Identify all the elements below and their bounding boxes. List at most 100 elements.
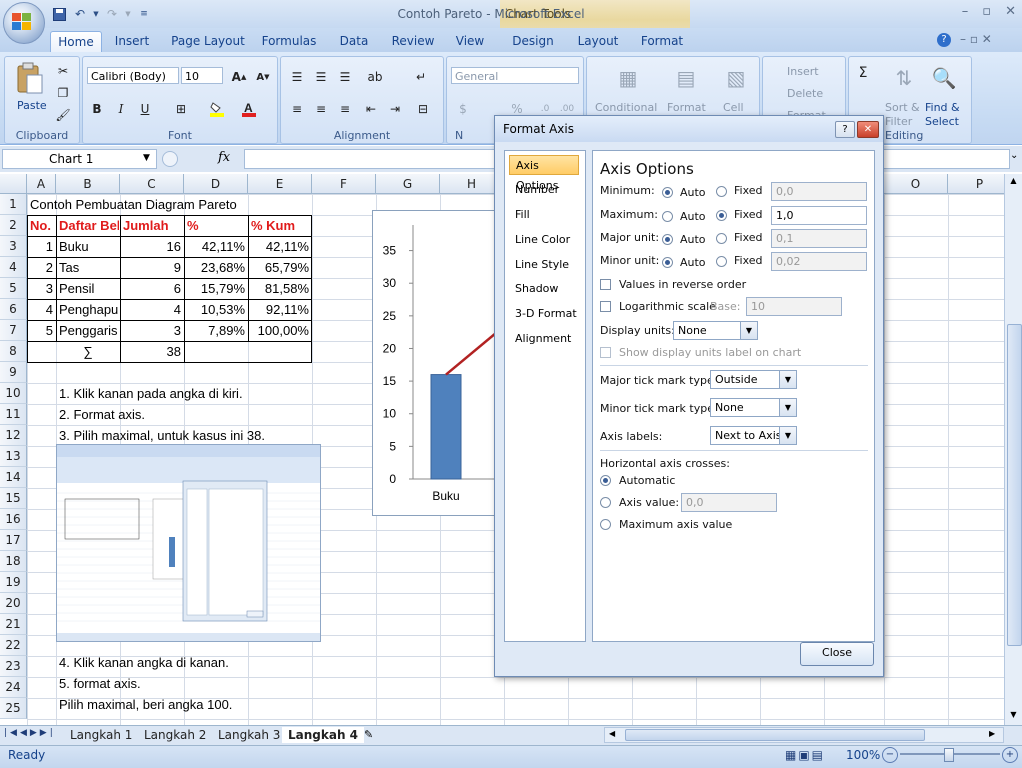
vertical-scrollbar[interactable]: ▲ ▼ — [1004, 174, 1022, 725]
grow-font-icon[interactable]: A ▲ — [229, 67, 249, 87]
row-header[interactable]: 14 — [0, 467, 27, 488]
category-line-style[interactable]: Line Style — [509, 255, 579, 275]
find-label[interactable]: Find & — [925, 101, 960, 114]
increase-indent-icon[interactable]: ⇥ — [385, 99, 405, 119]
minor-unit-auto-radio[interactable] — [662, 257, 673, 268]
column-header[interactable]: G — [376, 174, 440, 194]
tab-formulas[interactable]: Formulas — [258, 31, 320, 51]
underline-button[interactable]: U — [135, 99, 155, 119]
row-header[interactable]: 25 — [0, 698, 27, 719]
align-center-icon[interactable]: ≡ — [311, 99, 331, 119]
close-button[interactable]: Close — [800, 642, 874, 666]
format-table-icon[interactable]: ▤ — [671, 63, 701, 93]
note-line[interactable]: 5. format axis. — [59, 673, 359, 694]
column-header[interactable]: P — [948, 174, 1004, 194]
format-painter-icon[interactable]: 🖌 — [53, 105, 73, 125]
number-format-select[interactable]: General — [451, 67, 579, 84]
redo-icon[interactable]: ↷ — [103, 5, 121, 23]
crosses-axis-value-radio[interactable] — [600, 497, 611, 508]
note-line[interactable]: 2. Format axis. — [59, 404, 359, 425]
row-header[interactable]: 16 — [0, 509, 27, 530]
decrease-indent-icon[interactable]: ⇤ — [361, 99, 381, 119]
category-fill[interactable]: Fill — [509, 205, 579, 225]
delete-cells-button[interactable]: Delete — [787, 87, 823, 100]
category-shadow[interactable]: Shadow — [509, 279, 579, 299]
category-axis-options[interactable]: Axis Options — [509, 155, 579, 192]
cell-styles-label[interactable]: Cell — [723, 101, 744, 114]
help-icon[interactable]: ? — [937, 33, 951, 47]
row-header[interactable]: 11 — [0, 404, 27, 425]
fill-color-icon[interactable] — [207, 99, 227, 119]
sheet-tab[interactable]: Langkah 2 — [138, 727, 212, 743]
undo-icon[interactable]: ↶ — [71, 5, 89, 23]
major-tick-select[interactable]: Outside ▼ — [710, 370, 797, 389]
tab-layout[interactable]: Layout — [572, 31, 624, 51]
note-line[interactable]: 4. Klik kanan angka di kanan. — [59, 652, 359, 673]
scroll-down-icon[interactable]: ▼ — [1006, 710, 1021, 724]
tab-view[interactable]: View — [450, 31, 490, 51]
zoom-in-icon[interactable]: + — [1002, 747, 1018, 763]
scroll-up-icon[interactable]: ▲ — [1006, 176, 1021, 190]
cell-styles-icon[interactable]: ▧ — [721, 63, 751, 93]
scroll-right-icon[interactable]: ▶ — [989, 729, 995, 738]
minor-unit-value-input[interactable]: 0,02 — [771, 252, 867, 271]
embedded-chart[interactable]: 0 5 10 15 20 25 30 35 Buku — [372, 210, 497, 516]
category-number[interactable]: Number — [509, 180, 579, 200]
bold-button[interactable]: B — [87, 99, 107, 119]
paste-icon[interactable] — [15, 61, 45, 97]
tab-insert[interactable]: Insert — [108, 31, 156, 51]
maximum-fixed-radio[interactable] — [716, 210, 727, 221]
category-3d-format[interactable]: 3-D Format — [509, 304, 579, 324]
axis-labels-select[interactable]: Next to Axis ▼ — [710, 426, 797, 445]
font-name-select[interactable]: Calibri (Body) — [87, 67, 179, 84]
row-header[interactable]: 17 — [0, 530, 27, 551]
minor-unit-fixed-radio[interactable] — [716, 256, 727, 267]
row-header[interactable]: 13 — [0, 446, 27, 467]
formula-bar-expand-icon[interactable]: ⌄ — [1010, 150, 1018, 161]
dialog-close-icon[interactable]: ✕ — [857, 121, 879, 138]
minimize-button[interactable]: – — [962, 4, 969, 19]
font-size-select[interactable]: 10 — [181, 67, 223, 84]
log-scale-checkbox[interactable] — [600, 301, 611, 312]
tab-page-layout[interactable]: Page Layout — [168, 31, 248, 51]
minimum-value-input[interactable]: 0,0 — [771, 182, 867, 201]
italic-button[interactable]: I — [111, 99, 131, 119]
category-line-color[interactable]: Line Color — [509, 230, 579, 250]
sheet-tab[interactable]: Langkah 1 — [64, 727, 138, 743]
maximum-value-input[interactable]: 1,0 — [771, 206, 867, 225]
row-header[interactable]: 21 — [0, 614, 27, 635]
orientation-icon[interactable]: ab — [365, 67, 385, 87]
horizontal-scrollbar[interactable]: ◀ ▶ — [604, 727, 1004, 743]
category-alignment[interactable]: Alignment — [509, 329, 579, 349]
column-header[interactable]: F — [312, 174, 376, 194]
chart-bar[interactable] — [430, 374, 462, 480]
row-header[interactable]: 20 — [0, 593, 27, 614]
save-icon[interactable] — [50, 5, 68, 23]
align-right-icon[interactable]: ≡ — [335, 99, 355, 119]
note-line[interactable]: 1. Klik kanan pada angka di kiri. — [59, 383, 359, 404]
major-unit-fixed-radio[interactable] — [716, 233, 727, 244]
copy-icon[interactable]: ❐ — [53, 83, 73, 103]
sort-filter-icon[interactable]: ⇅ — [889, 63, 919, 93]
major-unit-value-input[interactable]: 0,1 — [771, 229, 867, 248]
insert-cells-button[interactable]: Insert — [787, 65, 819, 78]
scroll-thumb[interactable] — [1007, 324, 1022, 646]
customize-qat-icon[interactable]: ≡ — [135, 5, 153, 23]
sort-label[interactable]: Sort & — [885, 101, 920, 114]
major-unit-auto-radio[interactable] — [662, 234, 673, 245]
align-left-icon[interactable]: ≡ — [287, 99, 307, 119]
align-middle-icon[interactable]: ☰ — [311, 67, 331, 87]
show-units-label-checkbox[interactable] — [600, 347, 611, 358]
crosses-axis-value-input[interactable]: 0,0 — [681, 493, 777, 512]
row-header[interactable]: 10 — [0, 383, 27, 404]
select-label[interactable]: Select — [925, 115, 959, 128]
align-bottom-icon[interactable]: ☰ — [335, 67, 355, 87]
dialog-help-icon[interactable]: ? — [835, 121, 855, 138]
wrap-text-icon[interactable]: ↵ — [411, 67, 431, 87]
zoom-slider-thumb[interactable] — [944, 748, 954, 762]
tab-review[interactable]: Review — [388, 31, 438, 51]
shrink-font-icon[interactable]: A ▼ — [253, 67, 273, 87]
note-line[interactable]: Pilih maximal, beri angka 100. — [59, 694, 359, 715]
close-window-button[interactable]: ✕ — [1005, 4, 1016, 19]
maximum-auto-radio[interactable] — [662, 211, 673, 222]
